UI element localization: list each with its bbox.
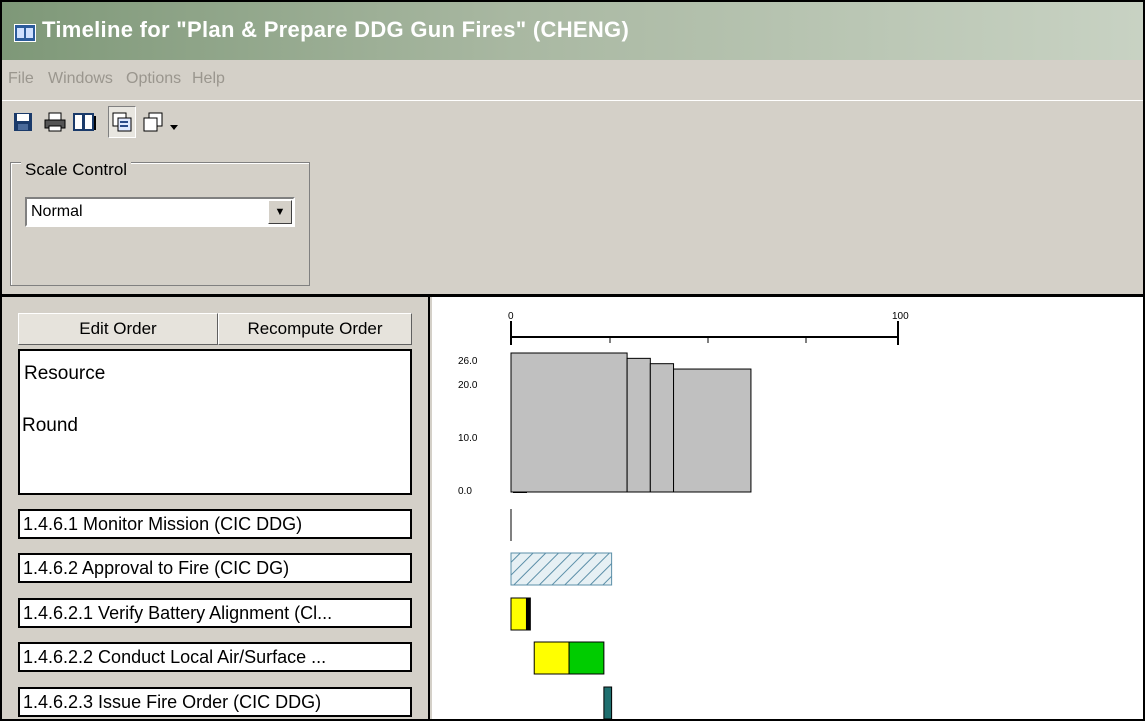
resource-bar <box>649 363 675 493</box>
task-bar-segment <box>525 597 531 631</box>
timeline-chart: 0 100 26.0 20.0 10.0 0.0 <box>432 297 1143 719</box>
resource-label: Resource <box>24 363 106 384</box>
x-tick-label: 0 <box>508 311 514 322</box>
task-bar-segment <box>510 597 527 631</box>
y-tick-label: 26.0 <box>458 356 478 367</box>
print-preview-icon <box>73 113 96 131</box>
resource-box: Resource Round <box>18 349 412 495</box>
menu-bar: File Windows Options Help <box>2 60 1143 101</box>
recompute-order-button[interactable]: Recompute Order <box>218 313 412 345</box>
save-icon <box>14 113 32 131</box>
view-mode-1-button[interactable] <box>108 106 136 138</box>
timeline-svg: 0 100 26.0 20.0 10.0 0.0 <box>458 311 909 719</box>
window-title: Timeline for "Plan & Prepare DDG Gun Fir… <box>42 17 630 42</box>
menu-help[interactable]: Help <box>192 70 225 88</box>
task-bar-segment <box>603 686 613 719</box>
task-bars <box>510 509 613 719</box>
scale-control-label: Scale Control <box>21 160 132 180</box>
task-bar-segment <box>568 641 605 675</box>
y-tick-label: 10.0 <box>458 433 478 444</box>
chevron-down-icon[interactable]: ▼ <box>268 200 292 224</box>
title-bar[interactable]: Timeline for "Plan & Prepare DDG Gun Fir… <box>2 2 1143 60</box>
task-row[interactable]: 1.4.6.2 Approval to Fire (CIC DG) <box>18 553 412 583</box>
scale-value: Normal <box>31 203 83 220</box>
task-row[interactable]: 1.4.6.1 Monitor Mission (CIC DDG) <box>18 509 412 539</box>
resource-bars <box>510 352 752 493</box>
print-icon <box>44 112 66 132</box>
view-mode-2-button[interactable] <box>140 108 166 136</box>
task-row[interactable]: 1.4.6.2.1 Verify Battery Alignment (Cl..… <box>18 598 412 628</box>
resource-bar <box>673 368 752 493</box>
timeline-window: Timeline for "Plan & Prepare DDG Gun Fir… <box>0 0 1145 721</box>
menu-windows[interactable]: Windows <box>48 70 113 88</box>
resource-bar <box>510 352 628 493</box>
toolbar-dropdown-button[interactable] <box>166 108 182 136</box>
toolbar <box>6 102 286 142</box>
resource-bar <box>626 357 651 493</box>
x-tick-label: 100 <box>892 311 909 322</box>
edit-order-button[interactable]: Edit Order <box>18 313 218 345</box>
scale-control-group: Scale Control Normal ▼ <box>10 160 310 286</box>
task-row[interactable]: 1.4.6.2.3 Issue Fire Order (CIC DDG) <box>18 687 412 717</box>
task-bar <box>510 552 613 586</box>
save-button[interactable] <box>10 108 36 136</box>
menu-file[interactable]: File <box>8 70 34 88</box>
scale-select[interactable]: Normal ▼ <box>25 197 295 227</box>
menu-options[interactable]: Options <box>126 70 181 88</box>
view-mode-1-icon <box>112 112 132 132</box>
dropdown-arrow-icon <box>170 125 178 130</box>
print-preview-button[interactable] <box>72 108 98 136</box>
print-button[interactable] <box>42 108 68 136</box>
view-mode-2-icon <box>143 112 163 132</box>
task-bar-segment <box>533 641 570 675</box>
task-list-panel: Edit Order Recompute Order Resource Roun… <box>2 297 430 719</box>
y-tick-label: 20.0 <box>458 380 478 391</box>
task-row[interactable]: 1.4.6.2.2 Conduct Local Air/Surface ... <box>18 642 412 672</box>
round-label: Round <box>22 415 78 436</box>
y-tick-label: 0.0 <box>458 486 472 497</box>
app-icon <box>14 24 36 42</box>
